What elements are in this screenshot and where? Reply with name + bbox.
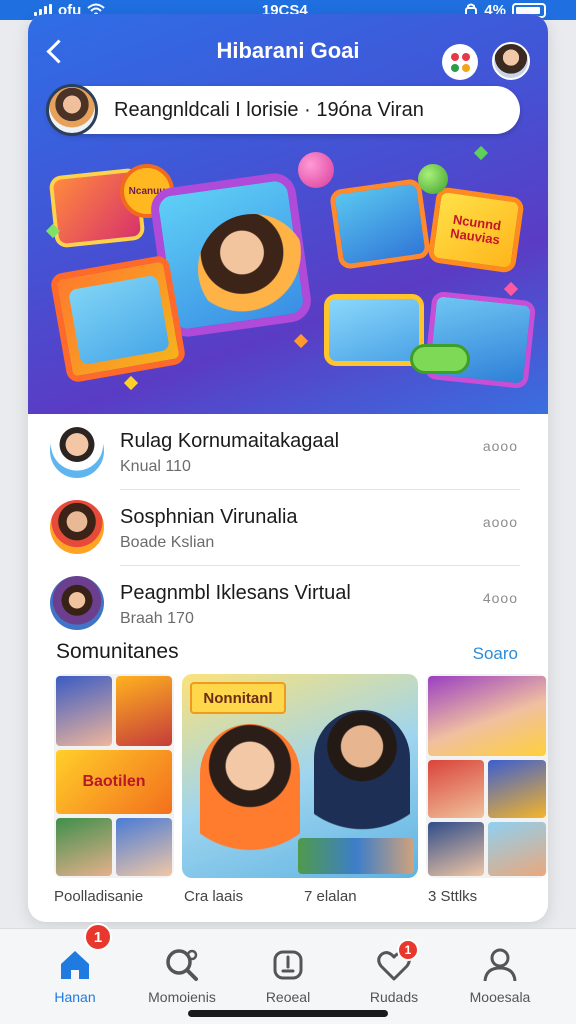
gallery-photo [56, 818, 112, 876]
gallery-caption: Cra laais [184, 888, 244, 905]
scene-sparkle [473, 145, 489, 161]
gallery-photo [428, 676, 546, 756]
home-icon [61, 951, 89, 979]
gallery-banner: Nonnitanl [190, 682, 286, 714]
gallery-photo [56, 676, 112, 746]
scene-sparkle [123, 375, 139, 391]
list-item-name: Rulag Kornumaitakagaal [120, 430, 340, 452]
scene-tile-right-sign: Ncunnd Nauvias [427, 186, 525, 274]
community-gallery: Baotilen Nonnitanl [54, 674, 548, 878]
list-item-avatar [50, 576, 104, 630]
conversation-list: Rulag Kornumaitakagaal Knual 110 aooo So… [28, 414, 548, 642]
notification-badge: 1 [84, 923, 112, 951]
gallery-photo [488, 760, 546, 818]
scene-orb-green [418, 164, 448, 194]
gallery-card[interactable] [426, 674, 548, 878]
list-item[interactable]: Rulag Kornumaitakagaal Knual 110 aooo [28, 414, 548, 490]
tab-label: Rudads [369, 989, 419, 1005]
tab-reel[interactable]: Reoeal [233, 935, 343, 1005]
tab-profile[interactable]: Mooesala [445, 935, 555, 1005]
gallery-photo [428, 822, 484, 876]
search-bar[interactable]: Reangnldcali I lorisie · 19óna Viran [46, 84, 520, 136]
tab-label: Mooesala [469, 989, 531, 1005]
gallery-photo [116, 676, 172, 746]
scene-sparkle [293, 333, 309, 349]
more-options-icon[interactable]: 4ooo [483, 590, 518, 606]
gallery-strip [298, 838, 414, 874]
gallery-banner-text: Nonnitanl [203, 689, 273, 707]
tab-favorites[interactable]: 1 Rudads [339, 935, 449, 1005]
scene-tile-right-bottom [423, 290, 537, 390]
list-item-name: Peagnmbl Iklesans Virtual [120, 582, 351, 604]
search-text: Reangnldcali I lorisie · 19óna Viran [114, 98, 424, 121]
scene-controller [410, 344, 470, 374]
scene-sign-text: Ncunnd Nauvias [449, 211, 503, 248]
gallery-card[interactable]: Nonnitanl [182, 674, 418, 878]
tab-home[interactable]: 1 Hanan [20, 923, 130, 1005]
apps-button[interactable] [442, 44, 478, 80]
header-banner: Hibarani Goai Reangnldcali I lorisie · 1… [28, 14, 548, 414]
scene-tile-left-bottom-inner [68, 274, 170, 366]
gallery-caption: 3 Sttlks [428, 888, 478, 905]
notification-badge: 1 [397, 939, 419, 961]
apps-grid-icon [450, 52, 470, 72]
main-card: Hibarani Goai Reangnldcali I lorisie · 1… [28, 14, 548, 922]
scene-orb-pink [298, 152, 334, 188]
tab-label: Hanan [54, 989, 96, 1005]
gallery-person [200, 724, 300, 874]
section-title: Somunitanes [56, 640, 179, 663]
more-options-icon[interactable]: aooo [483, 514, 518, 530]
gallery-photo [488, 822, 546, 876]
gallery-photo [116, 818, 172, 876]
list-item-avatar [50, 424, 104, 478]
list-item-subtitle: Boade Kslian [120, 534, 215, 551]
list-item-subtitle: Knual 110 [120, 458, 191, 475]
scene-sparkle [503, 281, 519, 297]
list-item-avatar [50, 500, 104, 554]
section-see-all-link[interactable]: Soaro [473, 644, 518, 664]
tab-label: Reoeal [265, 989, 311, 1005]
hero-illustration: Ncanuu Ncunnd Nauvias [28, 144, 548, 414]
gallery-card[interactable]: Baotilen [54, 674, 174, 878]
list-item[interactable]: Sosphnian Virunalia Boade Kslian aooo [28, 490, 548, 566]
more-options-icon[interactable]: aooo [483, 438, 518, 454]
person-icon [483, 948, 517, 982]
gallery-person [314, 710, 410, 850]
top-bar: Hibarani Goai [28, 26, 548, 80]
reel-icon [273, 950, 303, 980]
scene-tile-center-bottom [324, 294, 424, 366]
scene-tile-right-top [328, 177, 432, 271]
home-indicator [188, 1010, 388, 1017]
tab-search[interactable]: Momoienis [127, 935, 237, 1005]
gallery-tile-text: Baotilen [82, 773, 146, 790]
gallery-caption: Poolladisanie [54, 888, 144, 905]
gallery-photo [428, 760, 484, 818]
gallery-caption: 7 elalan [304, 888, 357, 905]
section-header: Somunitanes Soaro [56, 640, 518, 670]
list-item[interactable]: Peagnmbl Iklesans Virtual Braah 170 4ooo [28, 566, 548, 642]
gallery-photo: Baotilen [56, 750, 172, 814]
tab-label: Momoienis [148, 989, 216, 1005]
search-avatar [46, 84, 98, 136]
list-item-name: Sosphnian Virunalia [120, 506, 298, 528]
list-item-subtitle: Braah 170 [120, 610, 194, 627]
search-icon [166, 949, 198, 981]
scene-people [198, 214, 308, 324]
profile-avatar-button[interactable] [492, 42, 530, 80]
